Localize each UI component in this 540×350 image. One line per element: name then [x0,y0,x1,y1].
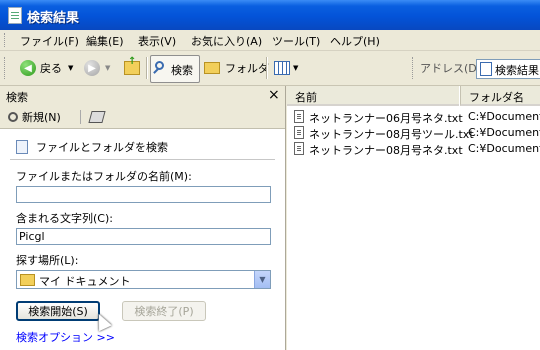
column-header-folder[interactable]: フォルダ名 [460,86,540,106]
search-toggle-label: 検索 [171,64,193,77]
menu-view[interactable]: 表示(V) [138,33,176,49]
toolbar-separator [146,57,147,79]
chevron-down-icon[interactable]: ▼ [254,271,270,288]
close-icon[interactable]: × [268,87,280,103]
book-icon[interactable] [88,111,106,123]
menu-grip [4,33,8,47]
up-folder-icon: ↑ [124,56,140,75]
back-label: 戻る [40,62,62,75]
file-name: ネットランナー06月号ネタ.txt [309,112,463,125]
table-row[interactable]: ネットランナー06月号ネタ.txt C:¥Documents [287,109,540,125]
search-start-label: 検索開始(S) [28,305,88,318]
folder-name: C:¥Documents [468,126,540,139]
views-button[interactable]: ▼ [274,58,298,78]
table-row[interactable]: ネットランナー08月号ネタ.txt C:¥Documents [287,141,540,157]
menu-edit[interactable]: 編集(E) [86,33,124,49]
window-title: 検索結果 [27,11,80,26]
folder-icon [204,62,220,74]
search-pane-header: 検索 × [0,86,285,106]
search-toggle-button[interactable]: 検索 [150,55,200,83]
back-button[interactable]: ◀ 戻る ▼ [20,58,73,78]
file-name: ネットランナー08月号ツール.txt [309,128,474,141]
folders-button[interactable]: フォルダ [204,58,269,78]
views-grid-icon [274,61,290,75]
text-file-icon [294,142,304,155]
back-dropdown-icon[interactable]: ▼ [68,64,73,72]
contains-field-label: 含まれる文字列(C): [16,212,113,225]
folder-icon [20,274,35,286]
title-bar[interactable]: 検索結果 [0,0,540,30]
magnifier-handle [153,68,159,74]
search-start-button[interactable]: 検索開始(S) [16,301,100,321]
address-bar[interactable]: 検索結果 [476,59,540,79]
search-results-window-icon [8,7,22,24]
folder-name: C:¥Documents [468,110,540,123]
menu-help[interactable]: ヘルプ(H) [330,33,380,49]
lookin-select[interactable]: マイ ドキュメント ▼ [16,270,271,289]
column-folder-label: フォルダ名 [469,91,524,104]
new-search-label: 新規(N) [22,111,61,124]
lookin-value: マイ ドキュメント [39,275,131,288]
search-pane: 検索 × 新規(N) ファイルとフォルダを検索 ファイルまたはフォルダの名前(M… [0,86,286,350]
search-pane-toolbar: 新規(N) [0,106,285,129]
search-options-link[interactable]: 検索オプション >> [16,329,115,345]
new-search-icon [8,112,18,122]
address-label: アドレス(D) [420,62,482,75]
heading-divider [10,159,275,160]
search-heading: ファイルとフォルダを検索 [36,141,168,154]
address-value: 検索結果 [495,64,539,77]
new-search-button[interactable]: 新規(N) [8,109,61,125]
pane-toolbar-separator [80,110,81,124]
menu-file[interactable]: ファイル(F) [20,33,79,49]
search-pane-title: 検索 [6,91,28,104]
views-dropdown-icon: ▼ [293,64,299,72]
folder-name: C:¥Documents [468,142,540,155]
search-stop-button: 検索終了(P) [122,301,206,321]
back-arrow-icon: ◀ [20,60,36,76]
forward-arrow-icon: ▶ [84,60,100,76]
results-list: 名前 フォルダ名 ネットランナー06月号ネタ.txt C:¥Documents … [287,86,540,350]
forward-dropdown-icon[interactable]: ▼ [105,64,110,72]
menu-tools[interactable]: ツール(T) [272,33,320,49]
toolbar-separator-2 [266,57,267,79]
search-page-icon [480,62,492,76]
file-name: ネットランナー08月号ネタ.txt [309,144,463,157]
forward-button[interactable]: ▶ ▼ [84,58,110,78]
contains-input[interactable] [16,228,271,245]
menu-favorites[interactable]: お気に入り(A) [191,33,262,49]
name-field-label: ファイルまたはフォルダの名前(M): [16,170,192,183]
lookin-field-label: 探す場所(L): [16,254,79,267]
table-row[interactable]: ネットランナー08月号ツール.txt C:¥Documents [287,125,540,141]
toolbar-grip [4,57,8,79]
folders-label: フォルダ [225,62,269,75]
column-name-label: 名前 [295,91,317,104]
address-grip [412,57,416,79]
name-input[interactable] [16,186,271,203]
text-file-icon [294,126,304,139]
text-file-icon [294,110,304,123]
menu-bar: ファイル(F) 編集(E) 表示(V) お気に入り(A) ツール(T) ヘルプ(… [0,30,540,51]
search-stop-label: 検索終了(P) [134,305,194,318]
search-form: ファイルとフォルダを検索 ファイルまたはフォルダの名前(M): 含まれる文字列(… [0,129,285,350]
standard-toolbar: ◀ 戻る ▼ ▶ ▼ ↑ 検索 フォルダ ▼ アドレス(D) 検索結果 [0,51,540,86]
search-files-icon [16,140,28,154]
up-folder-button[interactable]: ↑ [124,56,140,78]
column-header-name[interactable]: 名前 [287,86,459,106]
